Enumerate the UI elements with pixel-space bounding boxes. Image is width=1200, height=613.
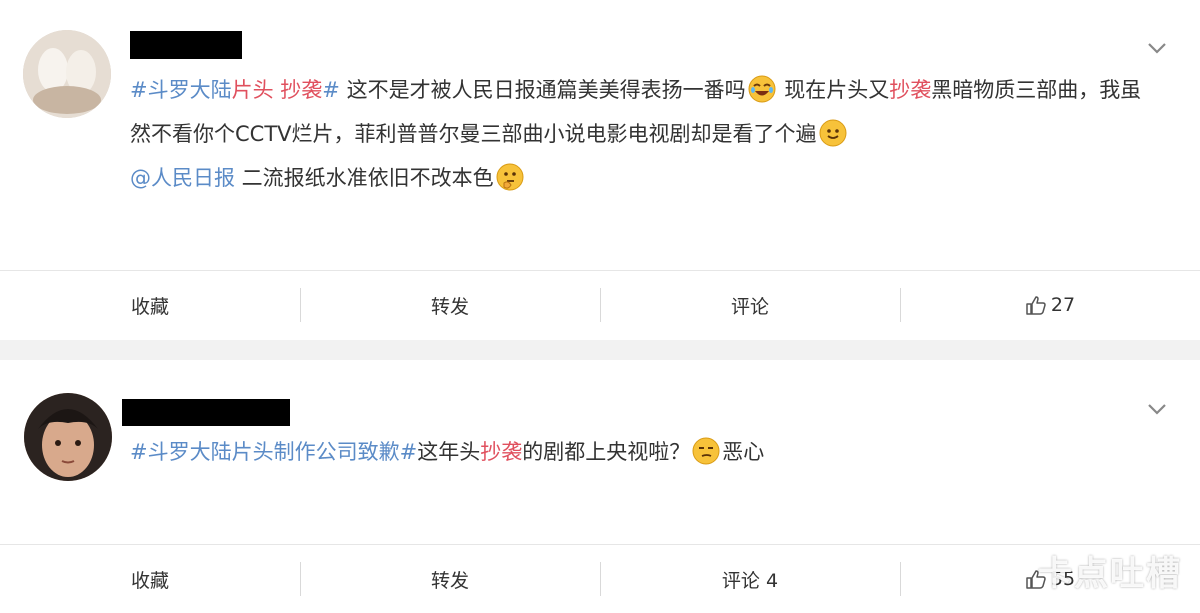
repost-label: 转发: [430, 569, 469, 592]
repost-label: 转发: [430, 295, 469, 318]
favorite-button[interactable]: 收藏: [0, 545, 300, 613]
comment-button[interactable]: 评论 4: [600, 545, 900, 613]
thumbs-up-icon: [1026, 296, 1046, 315]
username-redacted[interactable]: [130, 31, 242, 59]
weibo-post-1: #斗罗大陆片头 抄袭# 这不是才被人民日报通篇美美得表扬一番吗 现在片头又抄袭黑…: [0, 0, 1200, 340]
thinking-emoji: [496, 163, 524, 191]
laughing-tears-emoji: [748, 75, 776, 103]
action-bar: 收藏 转发 评论 4 55: [0, 544, 1200, 613]
highlight-keyword[interactable]: 抄袭: [889, 78, 931, 102]
text-segment: 这年头: [417, 440, 481, 464]
text-segment: 恶心: [722, 440, 765, 464]
comment-label: 评论 4: [721, 569, 779, 592]
favorite-label: 收藏: [130, 295, 169, 318]
repost-button[interactable]: 转发: [300, 545, 600, 613]
smirk-emoji: [692, 437, 720, 465]
text-segment: 现在片头又: [777, 78, 890, 102]
favorite-label: 收藏: [130, 569, 169, 592]
highlight-keyword[interactable]: 抄袭: [480, 440, 522, 464]
smile-emoji: [819, 119, 847, 147]
text-segment: 的剧都上央视啦？: [522, 440, 691, 464]
user-avatar[interactable]: [23, 30, 111, 118]
weibo-post-2: #斗罗大陆片头制作公司致歉#这年头抄袭的剧都上央视啦？ 恶心 收藏 转发 评论 4…: [0, 360, 1200, 611]
comment-label: 评论: [730, 295, 769, 318]
comment-button[interactable]: 评论: [600, 271, 900, 339]
watermark-text: 卡点吐槽: [1038, 554, 1182, 594]
user-avatar[interactable]: [24, 393, 112, 481]
post-text: #斗罗大陆片头制作公司致歉#这年头抄袭的剧都上央视啦？ 恶心: [130, 430, 1150, 474]
favorite-button[interactable]: 收藏: [0, 271, 300, 339]
mention-link[interactable]: @人民日报: [130, 166, 235, 190]
text-segment: 二流报纸水准依旧不改本色: [235, 166, 494, 190]
repost-button[interactable]: 转发: [300, 271, 600, 339]
avatar-image: [24, 393, 112, 481]
like-count: 27: [1050, 294, 1076, 316]
chevron-down-icon[interactable]: [1146, 37, 1168, 59]
chevron-down-icon[interactable]: [1146, 398, 1168, 420]
username-redacted[interactable]: [122, 399, 290, 426]
hashtag-link[interactable]: #斗罗大陆片头制作公司致歉#: [130, 440, 417, 464]
post-text: #斗罗大陆片头 抄袭# 这不是才被人民日报通篇美美得表扬一番吗 现在片头又抄袭黑…: [130, 68, 1150, 200]
text-segment: 这不是才被人民日报通篇美美得表扬一番吗: [339, 78, 746, 102]
feed-separator: [0, 340, 1200, 360]
action-bar: 收藏 转发 评论 27: [0, 270, 1200, 339]
avatar-image: [23, 30, 111, 118]
hashtag-link[interactable]: #斗罗大陆片头 抄袭#: [130, 78, 340, 102]
like-button[interactable]: 27: [900, 271, 1200, 339]
